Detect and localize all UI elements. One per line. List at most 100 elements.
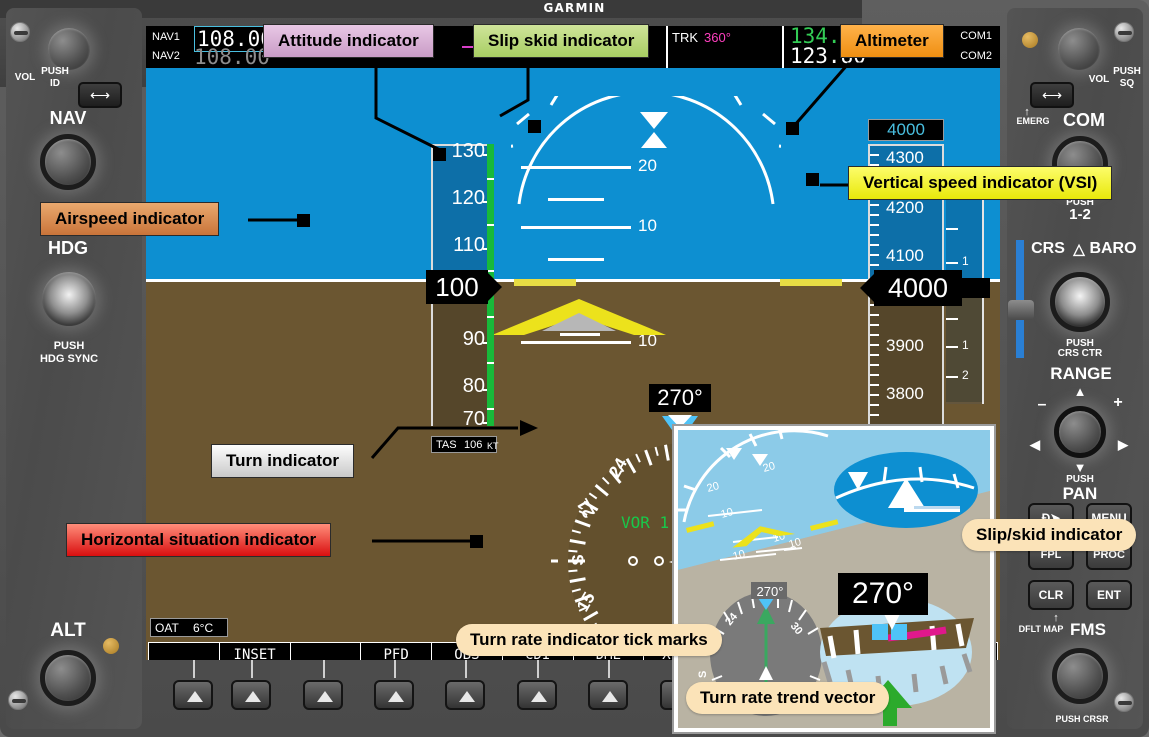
airspeed-tick-120: 120 xyxy=(451,187,485,209)
crs-baro-knob[interactable] xyxy=(1050,272,1110,332)
softkey-button-4[interactable] xyxy=(374,680,414,710)
softkey-label-2[interactable]: INSET xyxy=(220,643,291,660)
leader-dot-hsi xyxy=(470,535,483,548)
topbar-divider xyxy=(666,26,668,68)
alt-tick-4300: 4300 xyxy=(886,148,924,167)
nav-swap-button[interactable]: ⟷ xyxy=(78,82,122,108)
softkey-button-6[interactable] xyxy=(517,680,557,710)
airspeed-tick-90: 90 xyxy=(462,328,485,350)
softkey-label-1[interactable] xyxy=(149,643,220,660)
airspeed-readout: 100 xyxy=(426,270,502,304)
callout-turn-rate-ticks: Turn rate indicator tick marks xyxy=(456,624,722,656)
softkey-button-3[interactable] xyxy=(303,680,343,710)
altitude-knob[interactable] xyxy=(40,650,96,706)
pitch-line-10 xyxy=(521,226,631,229)
nav2-frequency: 108.00 xyxy=(194,45,270,69)
clr-button[interactable]: CLR xyxy=(1028,580,1074,610)
fms-label: FMS xyxy=(1070,620,1106,639)
leader-attitude xyxy=(374,62,530,152)
callout-vsi: Vertical speed indicator (VSI) xyxy=(848,166,1113,200)
com-sq-label: SQ xyxy=(1119,78,1135,89)
range-pan-joystick[interactable] xyxy=(1054,406,1106,458)
compass-label-s: S xyxy=(568,554,588,566)
com2-label: COM2 xyxy=(960,50,992,62)
com-push-label: PUSH xyxy=(1113,66,1141,77)
heading-readout: 270° xyxy=(649,384,711,412)
nav-vol-label: VOL xyxy=(14,72,36,83)
alt-tick-4100: 4100 xyxy=(886,246,924,265)
heading-knob[interactable] xyxy=(42,272,96,326)
vsi-tick-up-1: 1 xyxy=(962,254,969,268)
com-swap-button[interactable]: ⟷ xyxy=(1030,82,1074,108)
swap-arrow-icon: ⟷ xyxy=(89,86,111,103)
callout-slip-skid-indicator: Slip skid indicator xyxy=(473,24,650,58)
pitch-line-down-10 xyxy=(521,341,631,344)
emerg-label: EMERG xyxy=(1016,116,1050,126)
leader-altimeter xyxy=(792,62,886,127)
softkey-label-4[interactable]: PFD xyxy=(361,643,432,660)
wing-mark-right xyxy=(780,279,842,286)
callout-hsi: Horizontal situation indicator xyxy=(66,523,332,557)
outside-air-temperature: OAT 6°C xyxy=(150,618,228,637)
device-bezel: GARMIN VOL PUSH ID ⟷ NAV HDG PUSH HDG SY… xyxy=(0,0,1149,737)
swap-arrow-icon: ⟷ xyxy=(1041,86,1063,103)
softkey-stem xyxy=(323,660,325,678)
pan-left-arrow-icon: ◀ xyxy=(1030,437,1040,452)
alt-indicator-led xyxy=(103,638,119,654)
screw-top-left xyxy=(10,22,30,42)
oat-label: OAT xyxy=(155,621,179,635)
leader-hsi xyxy=(372,539,472,543)
com-push12-b: 1-2 xyxy=(1069,206,1091,223)
altitude-readout: 4000 xyxy=(860,270,962,306)
callout-slip-skid-inset: Slip/skid indicator xyxy=(962,519,1137,551)
softkey-stem xyxy=(537,660,539,678)
leader-dot-attitude xyxy=(433,148,446,161)
softkey-stem xyxy=(608,660,610,678)
leader-turn xyxy=(370,420,538,459)
range-minus-label: – xyxy=(1037,396,1047,413)
push-crs-ctr-b: CRS CTR xyxy=(1057,348,1103,359)
softkey-button-2[interactable] xyxy=(231,680,271,710)
pan-down-arrow-icon: ▼ xyxy=(1073,460,1087,475)
leader-dot-vsi xyxy=(806,173,819,186)
leader-dot-altimeter xyxy=(786,122,799,135)
nav-frequency-knob[interactable] xyxy=(40,134,96,190)
fms-knob[interactable] xyxy=(1052,648,1108,704)
track-display: TRK 360° xyxy=(668,28,778,47)
softkey-label-3[interactable] xyxy=(291,643,362,660)
hdg-sync-label: HDG SYNC xyxy=(39,353,99,365)
com1-label: COM1 xyxy=(960,30,992,42)
wing-mark-left xyxy=(514,279,576,286)
softkey-button-5[interactable] xyxy=(445,680,485,710)
screw-bottom-right xyxy=(1114,692,1134,712)
alt-tick-4200: 4200 xyxy=(886,198,924,217)
com-vol-label: VOL xyxy=(1088,74,1110,85)
nav-push-label: PUSH xyxy=(41,66,69,77)
alt-tick-3900: 3900 xyxy=(886,336,924,355)
pitch-line-5 xyxy=(548,258,604,261)
crs-label: CRS xyxy=(1031,240,1065,257)
inset-heading-large: 270° xyxy=(838,573,928,615)
track-value: 360° xyxy=(704,30,731,45)
softkey-stem xyxy=(465,660,467,678)
com-volume-knob[interactable] xyxy=(1058,28,1100,70)
right-slider-track[interactable] xyxy=(1016,240,1024,358)
pitch-label-10-right: 10 xyxy=(638,216,657,235)
softkey-stem xyxy=(394,660,396,678)
callout-altimeter: Altimeter xyxy=(840,24,944,58)
leader-dot-airspeed xyxy=(297,214,310,227)
softkey-button-1[interactable] xyxy=(173,680,213,710)
nav2-label: NAV2 xyxy=(152,50,180,62)
softkey-button-7[interactable] xyxy=(588,680,628,710)
garmin-logo: GARMIN xyxy=(543,1,606,15)
ent-button[interactable]: ENT xyxy=(1086,580,1132,610)
nav-volume-knob[interactable] xyxy=(48,28,90,70)
com-indicator-led xyxy=(1022,32,1038,48)
softkey-stem xyxy=(193,660,195,678)
right-slider-thumb[interactable] xyxy=(1008,300,1034,320)
inset-heading-small: 270° xyxy=(756,583,784,599)
push-crsr-label: PUSH CRSR xyxy=(1055,714,1109,724)
nav-label: NAV xyxy=(49,108,87,128)
baro-label: BARO xyxy=(1089,240,1137,257)
airspeed-tick-80: 80 xyxy=(462,375,485,397)
